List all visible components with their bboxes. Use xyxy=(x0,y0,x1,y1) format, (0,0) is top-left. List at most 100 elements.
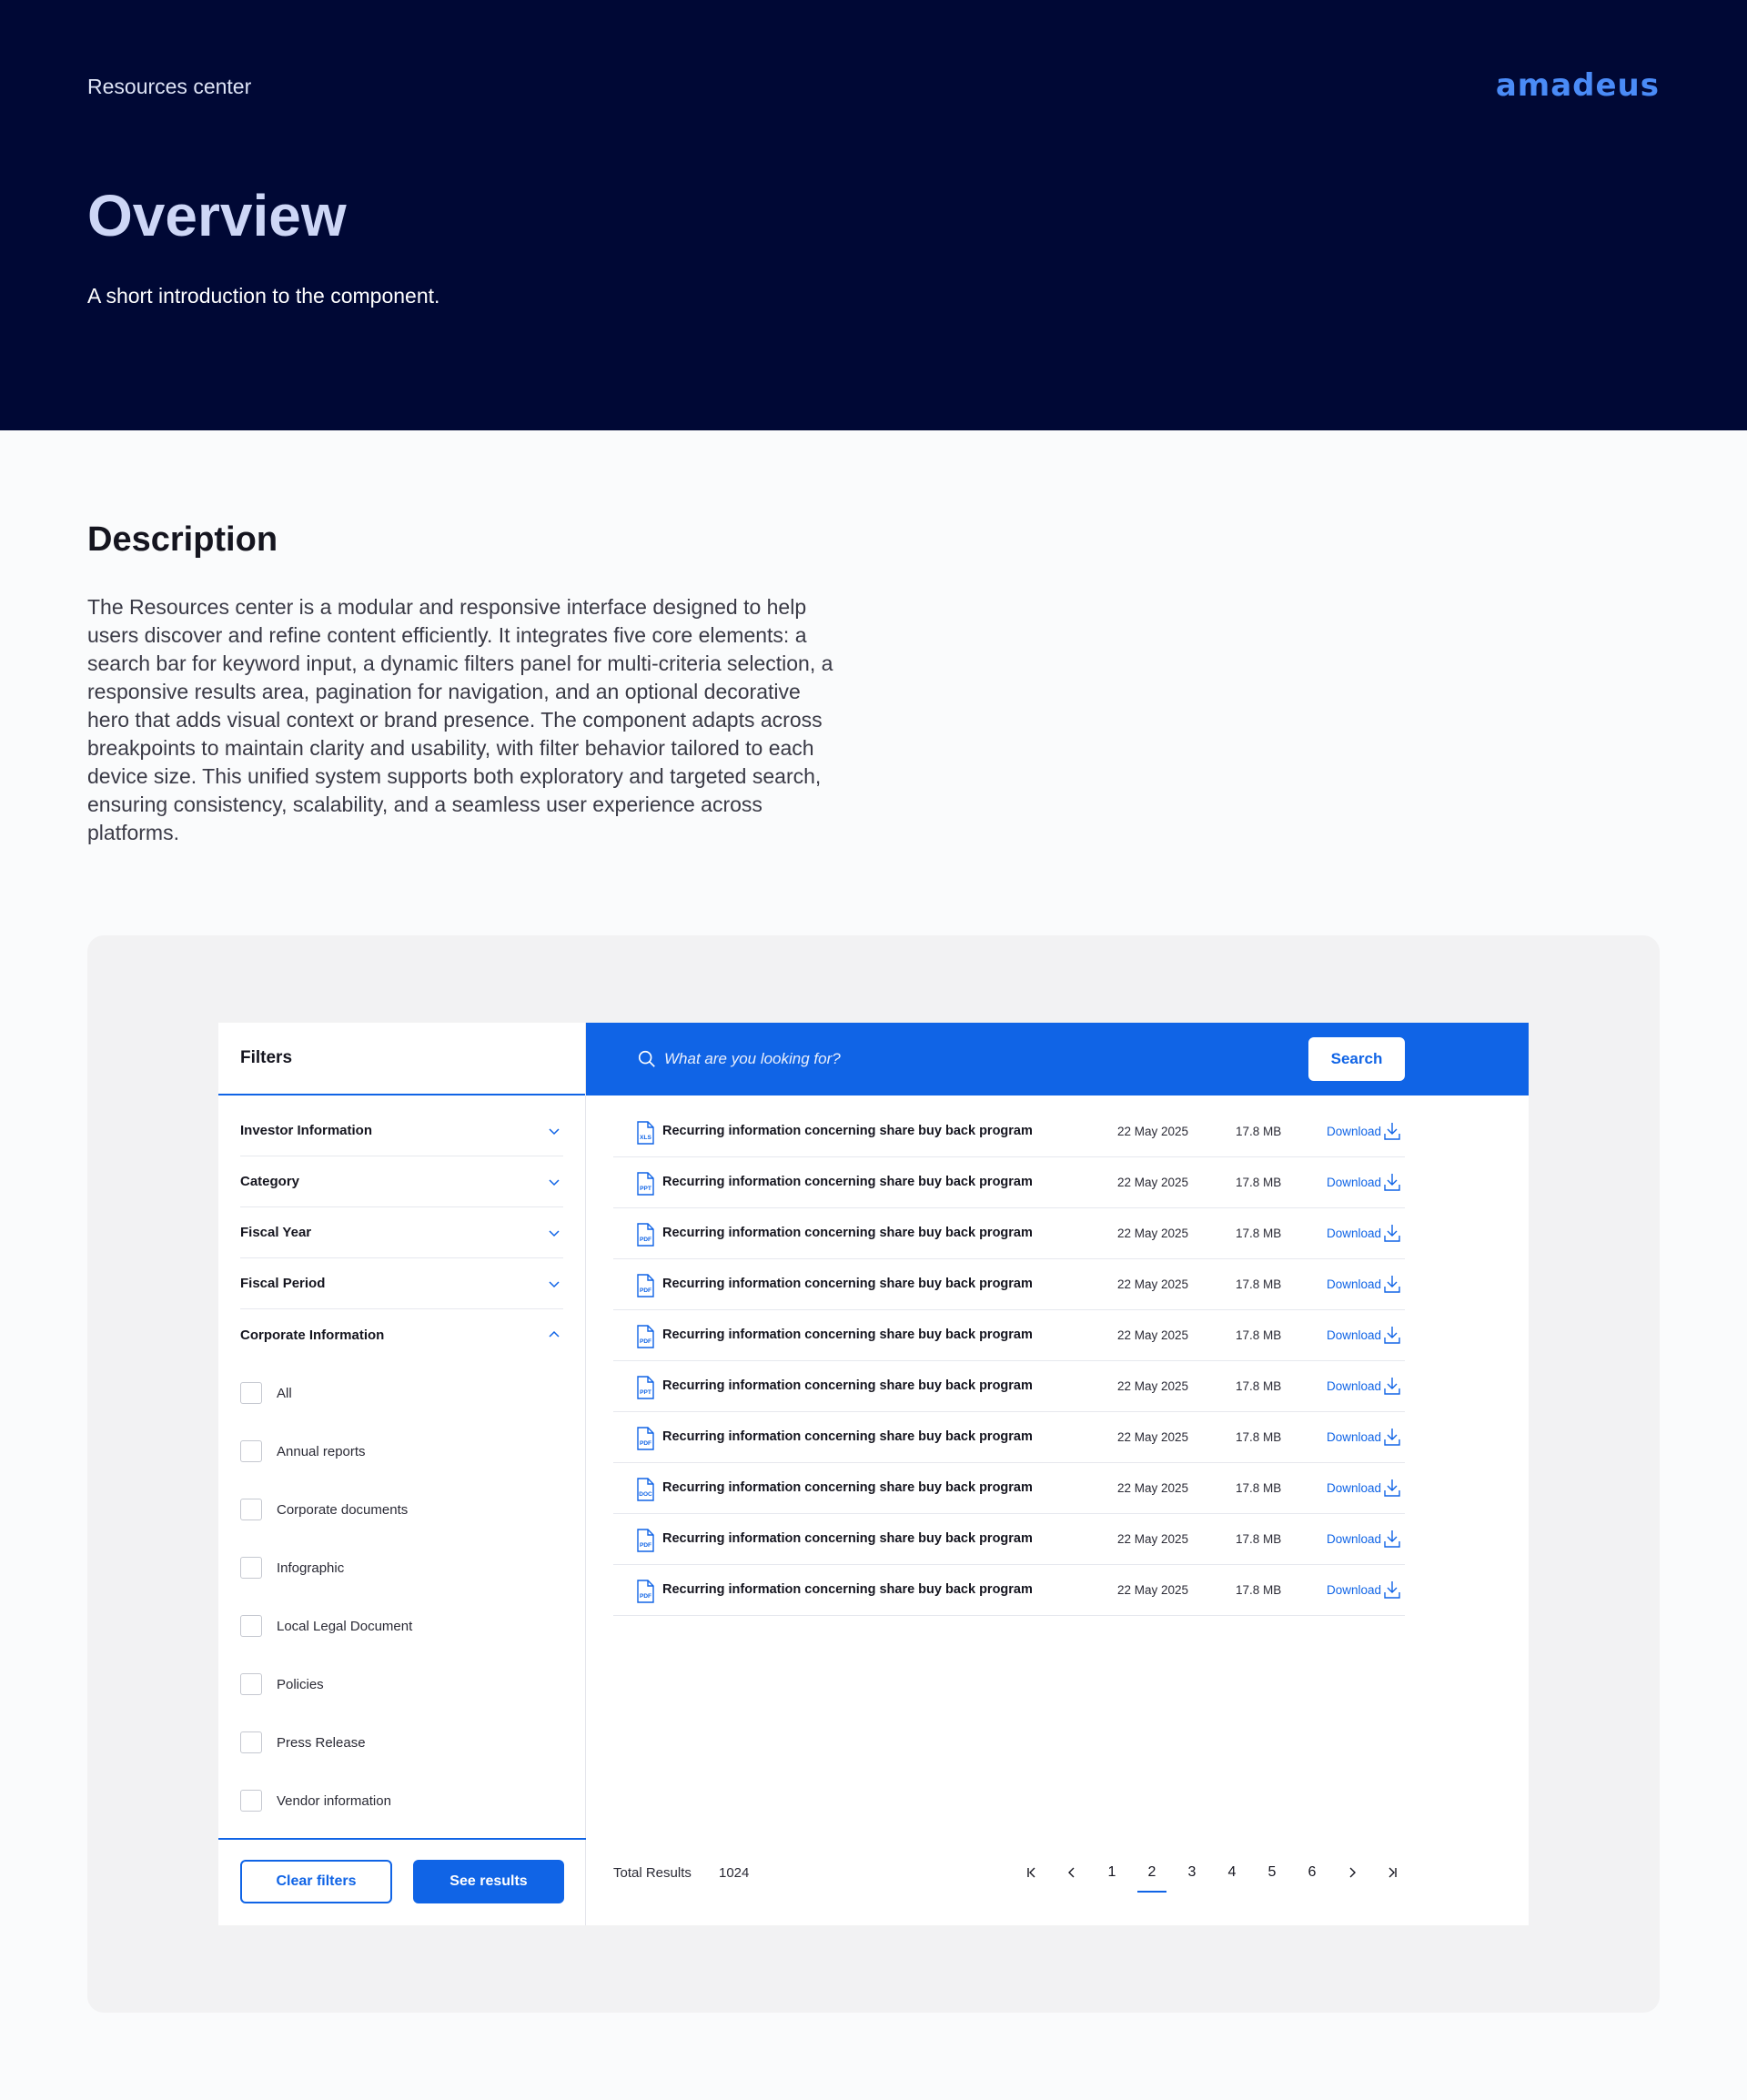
results-footer: Total Results 1024 123456 xyxy=(586,1820,1529,1925)
result-title[interactable]: Recurring information concerning share b… xyxy=(662,1175,1033,1189)
download-icon[interactable] xyxy=(1383,1376,1401,1396)
results-list: XLS Recurring information concerning shar… xyxy=(613,1106,1405,1616)
last-page-button[interactable] xyxy=(1372,1853,1412,1893)
download-link[interactable]: Download xyxy=(1327,1176,1381,1189)
checkbox[interactable] xyxy=(240,1557,262,1579)
result-row: PDF Recurring information concerning shar… xyxy=(613,1310,1405,1361)
download-link[interactable]: Download xyxy=(1327,1481,1381,1495)
checkbox[interactable] xyxy=(240,1382,262,1404)
result-size: 17.8 MB xyxy=(1236,1583,1282,1597)
page-number-button[interactable]: 1 xyxy=(1092,1853,1132,1893)
result-title[interactable]: Recurring information concerning share b… xyxy=(662,1531,1033,1546)
file-pdf-icon: PDF xyxy=(637,1274,654,1297)
last-page-icon xyxy=(1389,1867,1397,1878)
search-button[interactable]: Search xyxy=(1308,1037,1405,1081)
result-size: 17.8 MB xyxy=(1236,1328,1282,1342)
page-number-button[interactable]: 5 xyxy=(1252,1853,1292,1893)
download-link[interactable]: Download xyxy=(1327,1277,1381,1291)
download-icon[interactable] xyxy=(1383,1223,1401,1243)
download-link[interactable]: Download xyxy=(1327,1328,1381,1342)
file-doc-icon: DOC xyxy=(637,1478,654,1501)
file-type-label: PDF xyxy=(640,1440,651,1447)
download-link[interactable]: Download xyxy=(1327,1379,1381,1393)
pagination: 123456 xyxy=(1012,1853,1412,1893)
filter-option[interactable]: Local Legal Document xyxy=(240,1597,563,1655)
chevron-up-icon xyxy=(549,1330,560,1338)
clear-filters-button[interactable]: Clear filters xyxy=(240,1860,392,1903)
file-type-label: PDF xyxy=(640,1593,651,1600)
checkbox[interactable] xyxy=(240,1440,262,1462)
filter-option[interactable]: Press Release xyxy=(240,1713,563,1772)
result-title[interactable]: Recurring information concerning share b… xyxy=(662,1277,1033,1291)
filter-options-list: All Annual reports Corporate documents Info… xyxy=(218,1364,585,1830)
result-row: PPT Recurring information concerning shar… xyxy=(613,1361,1405,1412)
page-number-button[interactable]: 6 xyxy=(1292,1853,1332,1893)
filter-option-label: Corporate documents xyxy=(277,1501,409,1518)
download-icon[interactable] xyxy=(1383,1274,1401,1294)
checkbox[interactable] xyxy=(240,1673,262,1695)
download-icon[interactable] xyxy=(1383,1172,1401,1192)
brand-logo: amadeus xyxy=(1495,67,1660,104)
checkbox[interactable] xyxy=(240,1615,262,1637)
hero-banner: Resources center amadeus Overview A shor… xyxy=(0,0,1747,430)
download-link[interactable]: Download xyxy=(1327,1430,1381,1444)
download-link[interactable]: Download xyxy=(1327,1227,1381,1240)
page-number-button[interactable]: 4 xyxy=(1212,1853,1252,1893)
result-size: 17.8 MB xyxy=(1236,1379,1282,1393)
result-title[interactable]: Recurring information concerning share b… xyxy=(662,1582,1033,1597)
result-date: 22 May 2025 xyxy=(1117,1328,1189,1342)
download-icon[interactable] xyxy=(1383,1478,1401,1498)
download-icon[interactable] xyxy=(1383,1580,1401,1600)
filter-option[interactable]: Corporate documents xyxy=(240,1480,563,1539)
filter-option[interactable]: Annual reports xyxy=(240,1422,563,1480)
description-title: Description xyxy=(87,520,278,559)
filter-accordion-item[interactable]: Category xyxy=(240,1156,563,1207)
result-date: 22 May 2025 xyxy=(1117,1125,1189,1138)
filter-accordion-label: Corporate Information xyxy=(240,1327,385,1343)
page-number-button[interactable]: 2 xyxy=(1132,1853,1172,1893)
filter-accordion-item[interactable]: Corporate Information xyxy=(240,1309,563,1360)
first-page-button[interactable] xyxy=(1012,1853,1052,1893)
download-link[interactable]: Download xyxy=(1327,1583,1381,1597)
filter-option[interactable]: Vendor information xyxy=(240,1772,563,1830)
download-icon[interactable] xyxy=(1383,1427,1401,1447)
filter-option[interactable]: All xyxy=(240,1364,563,1422)
prev-page-button[interactable] xyxy=(1052,1853,1092,1893)
next-page-button[interactable] xyxy=(1332,1853,1372,1893)
filter-accordion-item[interactable]: Fiscal Year xyxy=(240,1207,563,1258)
download-icon[interactable] xyxy=(1383,1529,1401,1549)
checkbox[interactable] xyxy=(240,1731,262,1753)
filter-option-label: Vendor information xyxy=(277,1792,391,1809)
chevron-right-icon xyxy=(1349,1867,1356,1878)
file-pdf-icon: PDF xyxy=(637,1427,654,1450)
total-results-value: 1024 xyxy=(719,1865,750,1881)
result-title[interactable]: Recurring information concerning share b… xyxy=(662,1328,1033,1342)
download-icon[interactable] xyxy=(1383,1121,1401,1141)
filters-title: Filters xyxy=(218,1023,585,1095)
filter-option[interactable]: Infographic xyxy=(240,1539,563,1597)
result-title[interactable]: Recurring information concerning share b… xyxy=(662,1480,1033,1495)
result-title[interactable]: Recurring information concerning share b… xyxy=(662,1429,1033,1444)
result-title[interactable]: Recurring information concerning share b… xyxy=(662,1124,1033,1138)
result-title[interactable]: Recurring information concerning share b… xyxy=(662,1378,1033,1393)
see-results-button[interactable]: See results xyxy=(413,1860,564,1903)
filter-accordion-label: Category xyxy=(240,1174,300,1189)
results-area: Search XLS Recurring information concerni… xyxy=(586,1023,1529,1925)
download-link[interactable]: Download xyxy=(1327,1125,1381,1138)
file-type-label: PPT xyxy=(640,1186,651,1192)
checkbox[interactable] xyxy=(240,1790,262,1812)
download-icon[interactable] xyxy=(1383,1325,1401,1345)
filter-accordion-item[interactable]: Fiscal Period xyxy=(240,1258,563,1309)
result-size: 17.8 MB xyxy=(1236,1430,1282,1444)
result-date: 22 May 2025 xyxy=(1117,1379,1189,1393)
result-date: 22 May 2025 xyxy=(1117,1277,1189,1291)
chevron-down-icon xyxy=(549,1281,560,1288)
page-number-button[interactable]: 3 xyxy=(1172,1853,1212,1893)
result-title[interactable]: Recurring information concerning share b… xyxy=(662,1226,1033,1240)
filter-accordion-item[interactable]: Investor Information xyxy=(240,1106,563,1156)
download-link[interactable]: Download xyxy=(1327,1532,1381,1546)
search-input[interactable] xyxy=(664,1045,1210,1074)
filter-accordion-list: Investor Information Category Fiscal Year F… xyxy=(218,1106,585,1360)
filter-option[interactable]: Policies xyxy=(240,1655,563,1713)
checkbox[interactable] xyxy=(240,1499,262,1520)
